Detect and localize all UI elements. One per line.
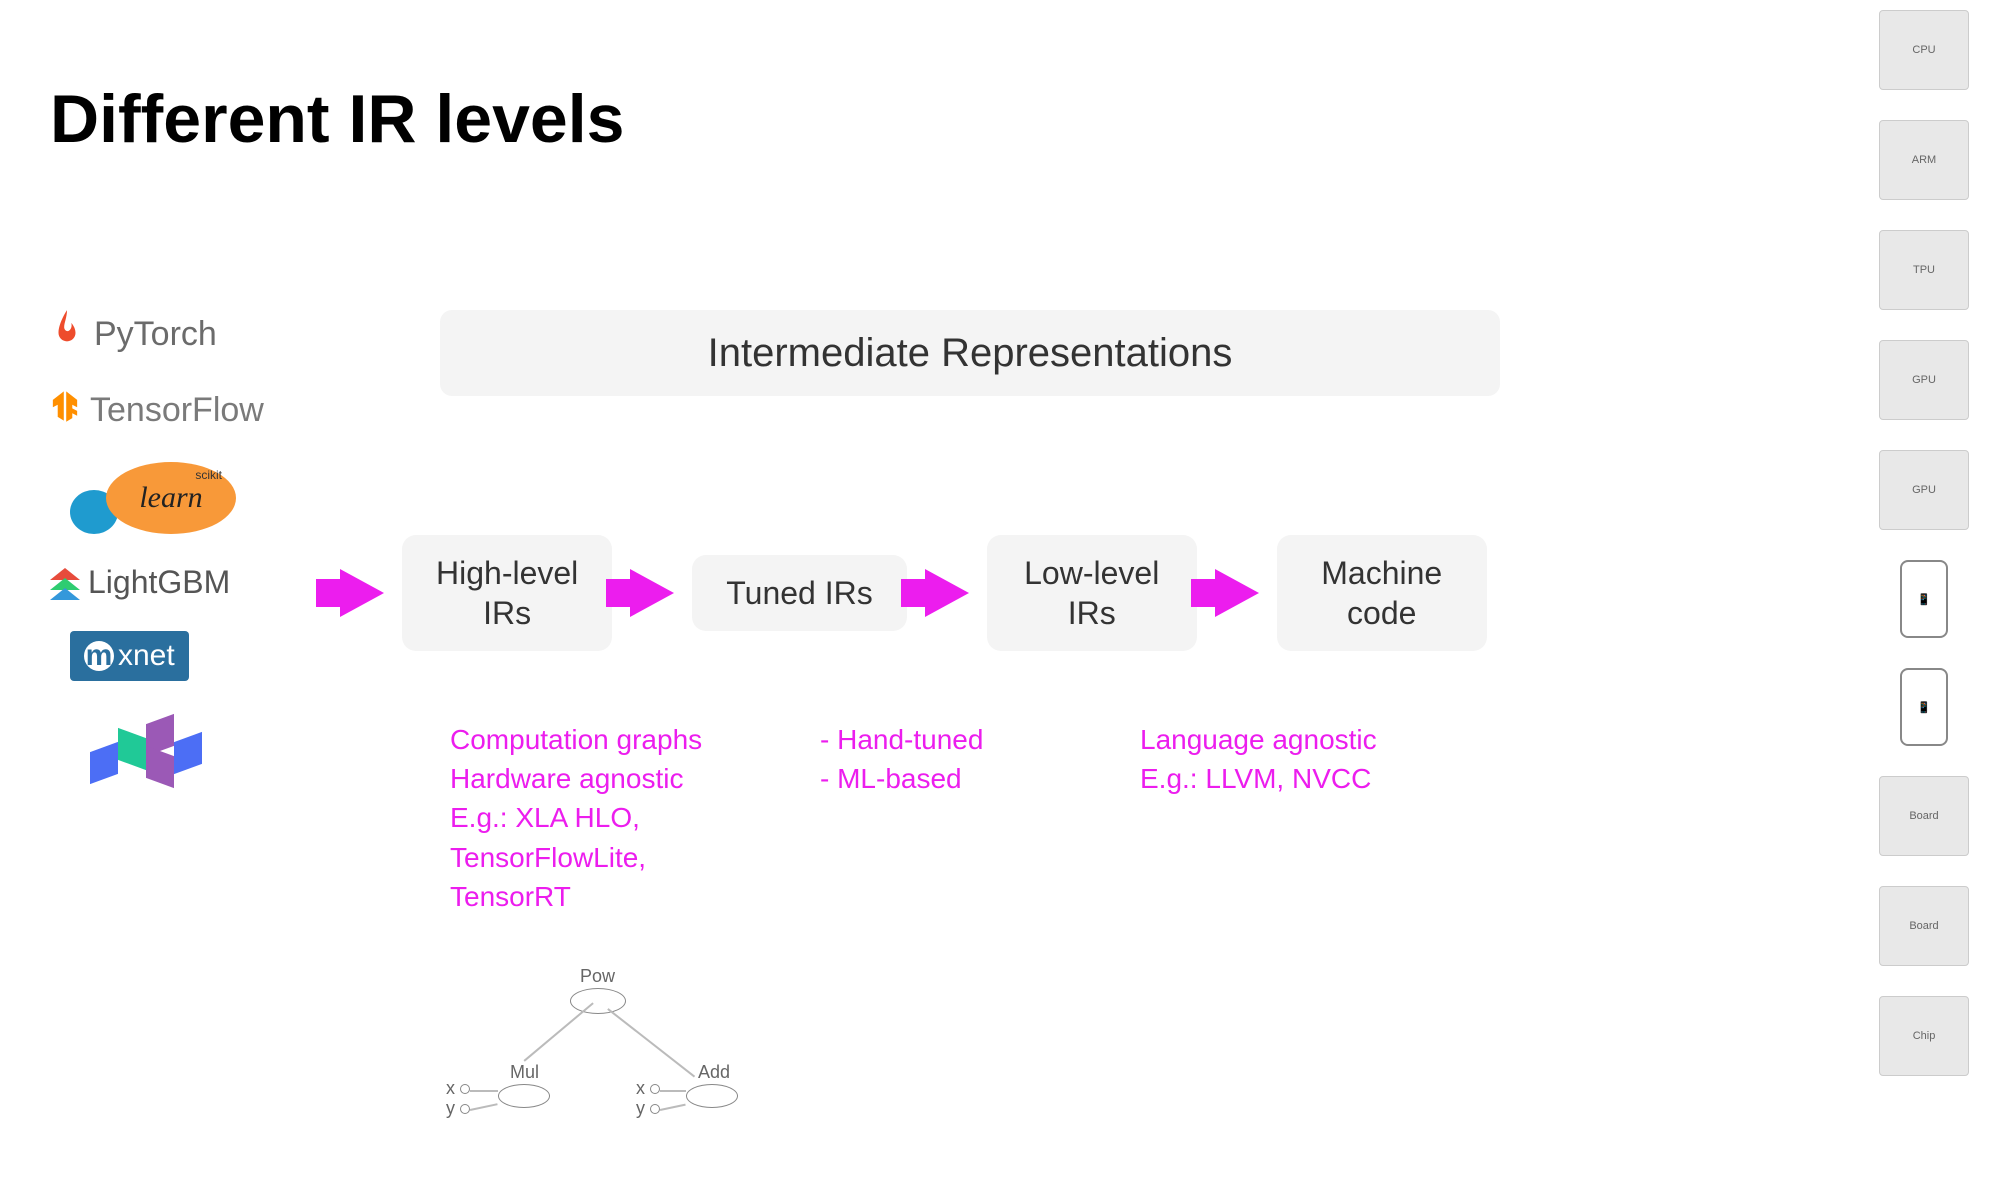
hardware-android-phone-icon: 📱 — [1900, 560, 1948, 638]
graph-label-pow: Pow — [580, 966, 615, 987]
hardware-cpu-icon: CPU — [1879, 10, 1969, 90]
annot-line: E.g.: XLA HLO, — [450, 798, 770, 837]
annotation-tuned: - Hand-tuned - ML-based — [820, 720, 1060, 798]
hardware-dev-board-icon: Board — [1879, 776, 1969, 856]
annot-line: Language agnostic — [1140, 720, 1440, 759]
annot-line: TensorRT — [450, 877, 770, 916]
graph-input-circle — [460, 1104, 470, 1114]
annot-line: Computation graphs — [450, 720, 770, 759]
framework-mxnet: m xnet — [70, 631, 330, 681]
arrow-icon — [925, 569, 969, 617]
hardware-soc-icon: Chip — [1879, 996, 1969, 1076]
frameworks-column: PyTorch TensorFlow scikit learn LightGBM… — [50, 310, 330, 791]
box-high-level-irs: High-level IRs — [402, 535, 612, 651]
box-low-level-irs: Low-level IRs — [987, 535, 1197, 651]
tensorflow-icon — [50, 389, 80, 432]
annotation-high-level: Computation graphs Hardware agnostic E.g… — [450, 720, 770, 916]
graph-edge — [470, 1103, 498, 1110]
graph-edge — [660, 1104, 686, 1111]
framework-jax — [80, 711, 200, 791]
annot-line: - Hand-tuned — [820, 720, 1060, 759]
hardware-gpu-icon: GPU — [1879, 340, 1969, 420]
hardware-arm-chip-icon: ARM — [1879, 120, 1969, 200]
lightgbm-icon — [50, 568, 80, 598]
arrow-icon — [340, 569, 384, 617]
graph-label-y: y — [636, 1098, 645, 1119]
arrow-icon — [1215, 569, 1259, 617]
box-tuned-irs: Tuned IRs — [692, 555, 906, 631]
graph-edge — [660, 1090, 686, 1092]
graph-edge — [524, 1002, 594, 1061]
annot-line: - ML-based — [820, 759, 1060, 798]
pytorch-label: PyTorch — [94, 315, 217, 354]
flow-row: High-level IRs Tuned IRs Low-level IRs M… — [340, 535, 1487, 651]
annot-line: Hardware agnostic — [450, 759, 770, 798]
box-low-label: Low-level IRs — [1024, 555, 1159, 631]
sklearn-orange-shape: scikit learn — [106, 462, 236, 534]
ir-header-box: Intermediate Representations — [440, 310, 1500, 396]
box-tuned-label: Tuned IRs — [726, 575, 872, 611]
hardware-arduino-icon: Board — [1879, 886, 1969, 966]
graph-label-add: Add — [698, 1062, 730, 1083]
graph-label-mul: Mul — [510, 1062, 539, 1083]
framework-pytorch: PyTorch — [50, 310, 330, 359]
graph-input-circle — [650, 1084, 660, 1094]
tensorflow-label: TensorFlow — [90, 391, 264, 430]
box-high-label: High-level IRs — [436, 555, 578, 631]
sklearn-large-label: learn — [139, 481, 202, 515]
annotation-low-level: Language agnostic E.g.: LLVM, NVCC — [1140, 720, 1440, 798]
graph-label-x: x — [636, 1078, 645, 1099]
hardware-accelerator-icon: TPU — [1879, 230, 1969, 310]
graph-node-pow — [570, 988, 626, 1014]
graph-input-circle — [650, 1104, 660, 1114]
graph-input-circle — [460, 1084, 470, 1094]
graph-edge — [608, 1008, 696, 1077]
hardware-gpu-icon: GPU — [1879, 450, 1969, 530]
mxnet-badge: m xnet — [70, 631, 189, 681]
arrow-icon — [630, 569, 674, 617]
framework-tensorflow: TensorFlow — [50, 389, 330, 432]
slide-title: Different IR levels — [50, 80, 624, 158]
graph-label-y: y — [446, 1098, 455, 1119]
lightgbm-label: LightGBM — [88, 564, 230, 601]
framework-lightgbm: LightGBM — [50, 564, 330, 601]
mxnet-m-icon: m — [84, 641, 114, 671]
hardware-iphone-icon: 📱 — [1900, 668, 1948, 746]
sklearn-small-label: scikit — [195, 468, 222, 482]
mxnet-label: xnet — [118, 639, 175, 673]
framework-sklearn: scikit learn — [70, 462, 330, 534]
annot-line: E.g.: LLVM, NVCC — [1140, 759, 1440, 798]
annot-line: TensorFlowLite, — [450, 838, 770, 877]
computation-graph-diagram: Pow Mul Add x y x y — [440, 970, 780, 1150]
graph-node-mul — [498, 1084, 550, 1108]
box-machine-code: Machine code — [1277, 535, 1487, 651]
pytorch-flame-icon — [50, 310, 84, 359]
graph-edge — [470, 1090, 498, 1092]
graph-label-x: x — [446, 1078, 455, 1099]
hardware-column: CPU ARM TPU GPU GPU 📱 📱 Board Board Chip — [1869, 10, 1979, 1076]
box-machine-label: Machine code — [1321, 555, 1442, 631]
graph-node-add — [686, 1084, 738, 1108]
